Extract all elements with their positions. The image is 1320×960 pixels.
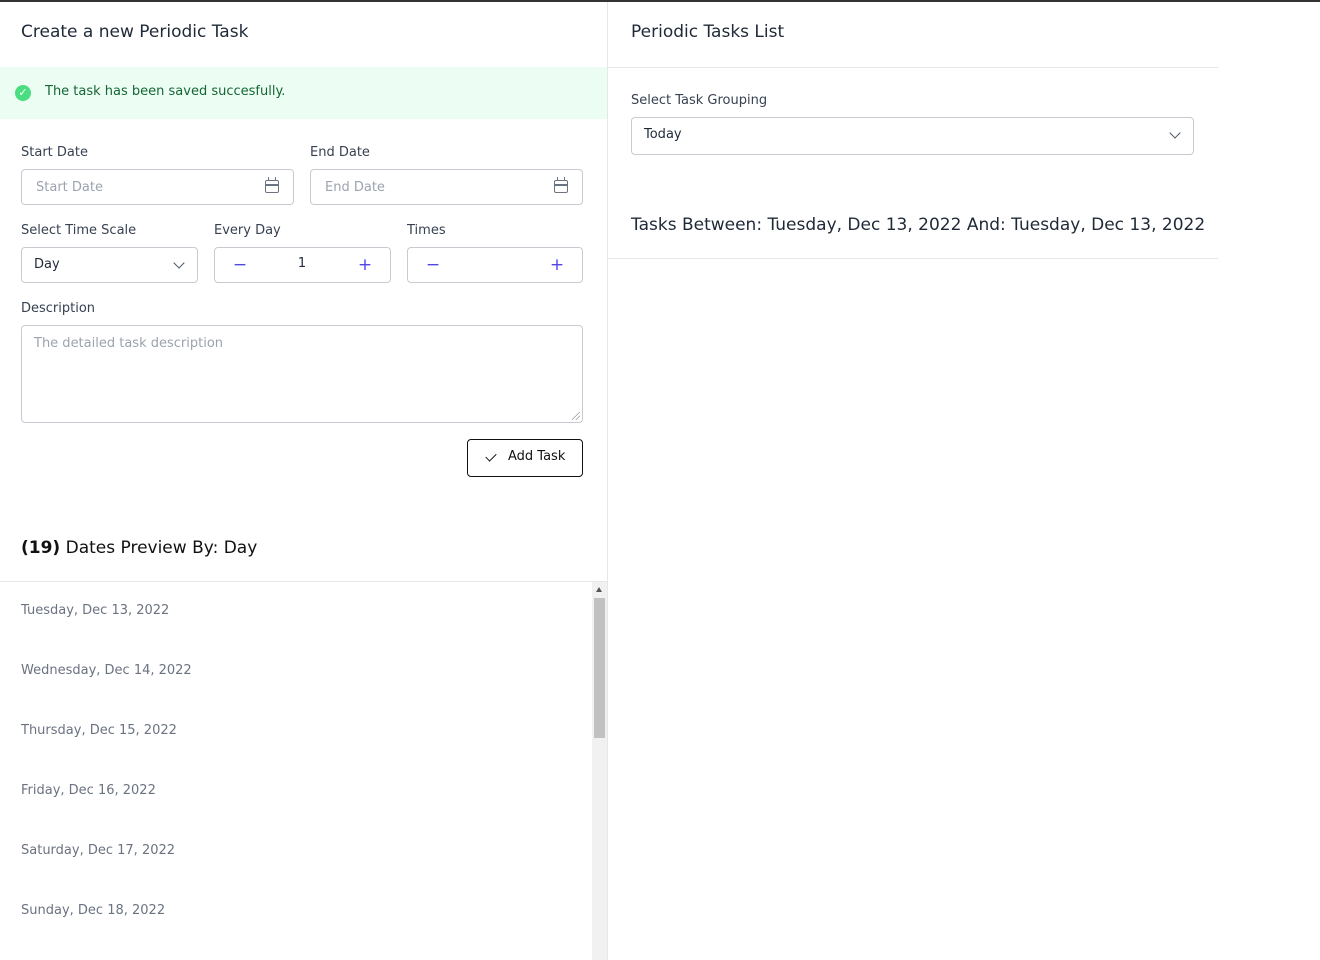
task-grouping-select[interactable]: Today: [631, 117, 1194, 155]
every-day-label: Every Day: [214, 223, 281, 238]
plus-icon[interactable]: +: [353, 254, 377, 276]
plus-icon[interactable]: +: [545, 254, 569, 276]
list-item: Saturday, Dec 17, 2022: [21, 843, 176, 858]
chevron-down-icon: [173, 257, 185, 269]
start-date-field[interactable]: [21, 169, 294, 205]
dates-scrollbar[interactable]: [592, 582, 607, 960]
dates-preview-title: (19) Dates Preview By: Day: [21, 538, 257, 558]
success-alert: ✓ The task has been saved succesfully.: [0, 67, 607, 119]
check-circle-icon: ✓: [15, 85, 31, 101]
end-date-label: End Date: [310, 145, 370, 160]
times-label: Times: [407, 223, 446, 238]
add-task-button[interactable]: Add Task: [467, 439, 583, 477]
description-textarea[interactable]: The detailed task description: [21, 325, 583, 423]
dates-count: (19): [21, 538, 61, 558]
tasks-list-title: Periodic Tasks List: [631, 22, 785, 42]
time-scale-value: Day: [34, 257, 60, 272]
description-placeholder: The detailed task description: [34, 336, 224, 351]
description-label: Description: [21, 301, 96, 316]
list-item: Friday, Dec 16, 2022: [21, 783, 156, 798]
time-scale-select[interactable]: Day: [21, 247, 198, 283]
end-date-input[interactable]: [323, 179, 527, 196]
times-stepper[interactable]: − +: [407, 247, 583, 283]
list-item: Sunday, Dec 18, 2022: [21, 903, 166, 918]
task-grouping-label: Select Task Grouping: [631, 93, 768, 108]
start-date-label: Start Date: [21, 145, 88, 160]
chevron-down-icon: [1169, 127, 1181, 139]
create-task-panel: Create a new Periodic Task ✓ The task ha…: [0, 2, 608, 960]
minus-icon[interactable]: −: [228, 254, 252, 276]
tasks-between-heading: Tasks Between: Tuesday, Dec 13, 2022 And…: [631, 215, 1206, 235]
dates-preview-list[interactable]: Tuesday, Dec 13, 2022 Wednesday, Dec 14,…: [0, 582, 592, 960]
list-item: Thursday, Dec 15, 2022: [21, 723, 177, 738]
start-date-input[interactable]: [34, 179, 238, 196]
resize-handle[interactable]: [572, 412, 580, 420]
success-message: The task has been saved succesfully.: [45, 84, 286, 99]
list-item: Tuesday, Dec 13, 2022: [21, 603, 170, 618]
calendar-icon[interactable]: [554, 177, 568, 193]
task-grouping-value: Today: [644, 127, 682, 142]
divider: [607, 67, 1218, 68]
divider: [607, 258, 1218, 259]
create-task-title: Create a new Periodic Task: [21, 22, 249, 42]
scroll-up-icon[interactable]: [596, 587, 602, 592]
every-day-stepper[interactable]: − 1 +: [214, 247, 391, 283]
add-task-label: Add Task: [508, 449, 566, 464]
every-day-value[interactable]: 1: [272, 256, 332, 271]
time-scale-label: Select Time Scale: [21, 223, 137, 238]
end-date-field[interactable]: [310, 169, 583, 205]
dates-preview-label: Dates Preview By: Day: [60, 538, 258, 558]
calendar-icon[interactable]: [265, 177, 279, 193]
scrollbar-thumb[interactable]: [594, 598, 605, 738]
list-item: Wednesday, Dec 14, 2022: [21, 663, 192, 678]
minus-icon[interactable]: −: [421, 254, 445, 276]
tasks-list-panel: Periodic Tasks List Select Task Grouping…: [607, 2, 1218, 960]
check-icon: [485, 450, 497, 462]
